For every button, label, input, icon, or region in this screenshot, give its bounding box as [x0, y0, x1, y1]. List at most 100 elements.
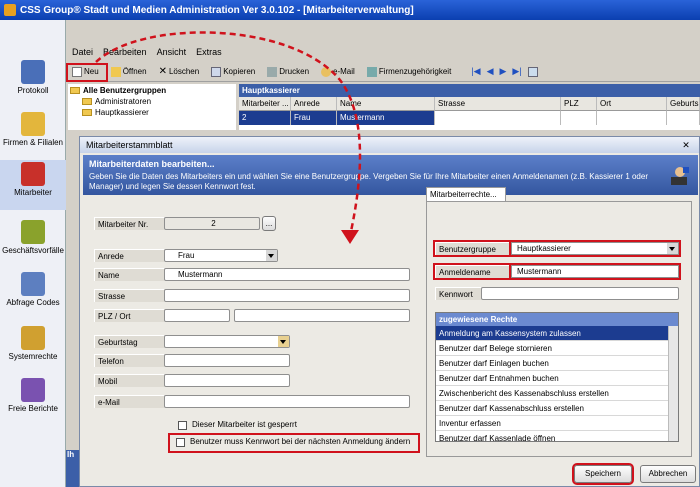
menu-extras[interactable]: Extras: [196, 47, 222, 57]
geburtstag-field[interactable]: [164, 335, 290, 348]
email-button[interactable]: e-Mail: [319, 63, 357, 81]
next-record-icon[interactable]: ▶: [499, 66, 506, 77]
list-item[interactable]: Inventur erfassen: [436, 416, 678, 431]
delete-button-label: Löschen: [168, 67, 200, 76]
folder-icon: [70, 87, 80, 94]
sidebar-item-label: Protokoll: [17, 86, 49, 95]
menu-ansicht[interactable]: Ansicht: [157, 47, 187, 57]
sidebar-item-systemrechte[interactable]: Systemrechte: [0, 326, 66, 370]
tree-root[interactable]: Alle Benutzergruppen: [70, 85, 234, 96]
sidebar-item-freie-berichte[interactable]: Freie Berichte: [0, 378, 66, 422]
benutzergruppe-select[interactable]: Hauptkassierer: [509, 240, 681, 257]
tree-item-label: Hauptkassierer: [95, 108, 149, 117]
gesperrt-checkbox[interactable]: [178, 421, 187, 430]
dialog-header: Mitarbeiterdaten bearbeiten... Geben Sie…: [83, 155, 698, 195]
rights-list: zugewiesene Rechte Anmeldung am Kassensy…: [435, 312, 679, 442]
mobil-field[interactable]: [164, 374, 290, 387]
sidebar-item-label: Mitarbeiter: [14, 188, 52, 197]
list-item[interactable]: Benutzer darf Kassenabschluss erstellen: [436, 401, 678, 416]
dialog-header-title: Mitarbeiterdaten bearbeiten...: [89, 159, 215, 169]
bar-chart-icon: [21, 378, 45, 402]
previous-record-icon[interactable]: ◀: [487, 66, 494, 77]
cell-name: Mustermann: [337, 111, 435, 125]
list-item[interactable]: Anmeldung am Kassensystem zulassen: [436, 326, 678, 341]
cell-nr: 2: [239, 111, 291, 125]
first-record-icon[interactable]: |◀: [471, 66, 480, 77]
col-name[interactable]: Name: [337, 97, 435, 111]
company-button[interactable]: Firmenzugehörigkeit: [365, 63, 453, 81]
email-field[interactable]: [164, 395, 410, 408]
list-item[interactable]: Benutzer darf Belege stornieren: [436, 341, 678, 356]
sidebar-item-abfrage-codes[interactable]: Abfrage Codes: [0, 272, 66, 316]
sidebar-item-label: Abfrage Codes: [6, 298, 60, 307]
anmeldename-field[interactable]: Mustermann: [509, 263, 681, 280]
toolbar: Neu Öffnen ✕ Löschen Kopieren Drucken e-M…: [66, 62, 700, 82]
strasse-field[interactable]: [164, 289, 410, 302]
sidebar-item-geschaeftsvorfaelle[interactable]: Geschäftsvorfälle: [0, 220, 66, 264]
col-mitarbeiter[interactable]: Mitarbeiter ...: [239, 97, 291, 111]
company-icon: [21, 112, 45, 136]
anmeldename-label: Anmeldename: [433, 263, 513, 280]
query-icon: [21, 272, 45, 296]
name-value: Mustermann: [178, 270, 223, 279]
list-item[interactable]: Benutzer darf Einlagen buchen: [436, 356, 678, 371]
cell-ort: [597, 111, 667, 125]
tab-mitarbeiterrechte[interactable]: Mitarbeiterrechte...: [426, 187, 506, 202]
nr-field[interactable]: 2: [164, 217, 260, 230]
anrede-select[interactable]: Frau: [164, 249, 278, 262]
open-button-label: Öffnen: [122, 67, 147, 76]
print-button[interactable]: Drucken: [265, 63, 311, 81]
col-plz[interactable]: PLZ: [561, 97, 597, 111]
sidebar-item-mitarbeiter[interactable]: Mitarbeiter: [0, 160, 66, 210]
clipboard-icon: [21, 60, 45, 84]
col-strasse[interactable]: Strasse: [435, 97, 561, 111]
kennwort-field[interactable]: [481, 287, 679, 300]
tree-item-administratoren[interactable]: Administratoren: [70, 96, 234, 107]
sidebar-item-protokoll[interactable]: Protokoll: [0, 60, 66, 104]
sidebar-item-firmen[interactable]: Firmen & Filialen: [0, 112, 66, 156]
kennwort-change-checkbox[interactable]: [176, 438, 185, 447]
email-icon: [321, 66, 332, 77]
sidebar-item-label: Systemrechte: [8, 352, 58, 361]
list-item[interactable]: Benutzer darf Entnahmen buchen: [436, 371, 678, 386]
ort-field[interactable]: [234, 309, 410, 322]
nr-lookup-button[interactable]: ...: [262, 216, 276, 231]
plz-ort-label: PLZ / Ort: [94, 309, 164, 322]
col-ort[interactable]: Ort: [597, 97, 667, 111]
save-button[interactable]: Speichern: [572, 463, 634, 485]
employee-grid: Hauptkassierer Mitarbeiter ... Anrede Na…: [239, 84, 700, 130]
plz-field[interactable]: [164, 309, 230, 322]
cancel-button[interactable]: Abbrechen: [640, 465, 696, 483]
list-item[interactable]: Benutzer darf Kassenlade öffnen: [436, 431, 678, 441]
tree-item-hauptkassierer[interactable]: Hauptkassierer: [70, 107, 234, 118]
copy-button[interactable]: Kopieren: [209, 63, 257, 81]
rights-scrollbar[interactable]: [668, 326, 678, 441]
list-item[interactable]: Zwischenbericht des Kassenabschluss erst…: [436, 386, 678, 401]
open-button[interactable]: Öffnen: [109, 63, 149, 81]
record-navigation: |◀ ◀ ▶ ▶|: [469, 63, 539, 81]
anmeldename-value: Mustermann: [517, 267, 562, 276]
menu-datei[interactable]: Datei: [72, 47, 93, 57]
sidebar-item-label: Freie Berichte: [8, 404, 58, 413]
table-row[interactable]: 2 Frau Mustermann: [239, 111, 700, 125]
background-panel-caption: Ih: [66, 450, 79, 487]
last-record-icon[interactable]: ▶|: [512, 66, 521, 77]
calendar-icon[interactable]: [278, 336, 289, 347]
email-label: e-Mail: [94, 395, 164, 408]
delete-button[interactable]: ✕ Löschen: [157, 63, 202, 81]
sidebar-item-label: Geschäftsvorfälle: [2, 246, 64, 255]
close-icon[interactable]: ✕: [677, 139, 695, 151]
telefon-field[interactable]: [164, 354, 290, 367]
delete-icon: ✕: [158, 66, 167, 77]
folder-icon: [82, 109, 92, 116]
col-anrede[interactable]: Anrede: [291, 97, 337, 111]
cell-strasse: [435, 111, 561, 125]
refresh-icon[interactable]: [527, 66, 538, 77]
print-button-label: Drucken: [279, 67, 310, 76]
group-tree: Alle Benutzergruppen Administratoren Hau…: [68, 84, 236, 130]
col-geburts[interactable]: Geburts: [667, 97, 700, 111]
menu-bearbeiten[interactable]: Bearbeiten: [103, 47, 147, 57]
cell-plz: [561, 111, 597, 125]
open-folder-icon: [110, 66, 121, 77]
name-field[interactable]: Mustermann: [164, 268, 410, 281]
